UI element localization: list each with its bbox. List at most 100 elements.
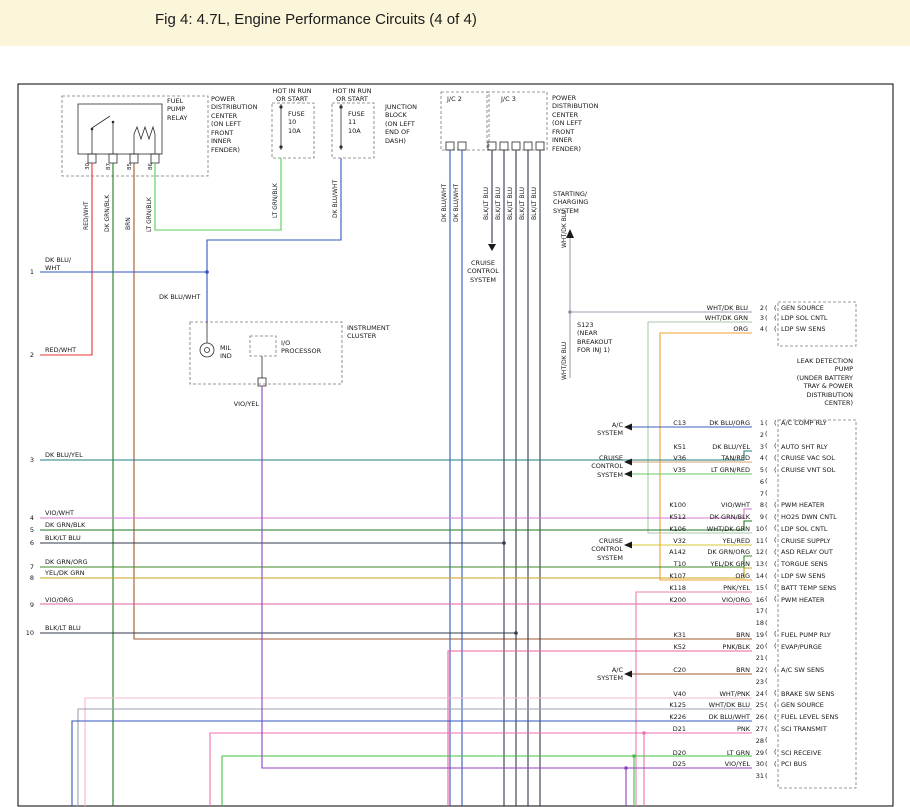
function-bracket: ( [774, 314, 777, 322]
wire-label: WHT/DK BLU [688, 701, 750, 709]
wiring-diagram-page: Fig 4: 4.7L, Engine Performance Circuits… [0, 0, 910, 807]
pin-number: 22 [748, 666, 764, 674]
pin-number: 29 [748, 749, 764, 757]
jc2-pin [458, 142, 466, 150]
function-bracket: ( [774, 501, 777, 509]
circuit-code: K118 [634, 584, 686, 592]
connector-bracket: ( [765, 595, 768, 603]
wire-label-vertical: LT GRN/BLK [272, 183, 280, 218]
pin-number: 31 [748, 772, 764, 780]
function-bracket: ( [774, 642, 777, 650]
wire-pnk-yel [636, 592, 752, 806]
pin-number: 19 [748, 631, 764, 639]
wire-label: ORG [688, 572, 750, 580]
pin-number: 9 [748, 513, 764, 521]
wire-label: TAN/RED [688, 454, 750, 462]
wire-label: VIO/YEL [688, 760, 750, 768]
connector-bracket: ( [765, 304, 768, 312]
connector-bracket: ( [765, 666, 768, 674]
circuit-number: 7 [20, 563, 34, 571]
connector-bracket: ( [765, 701, 768, 709]
pin-number: 12 [748, 548, 764, 556]
connector-bracket: ( [765, 442, 768, 450]
relay-pin-number: 85 [127, 163, 134, 170]
wire-label: LT GRN/RED [688, 466, 750, 474]
connector-bracket: ( [765, 736, 768, 744]
circuit-code: K31 [634, 631, 686, 639]
fuse11-label: FUSE 11 10A [348, 110, 365, 135]
pin-function: GEN SOURCE [781, 304, 824, 312]
relay-inner-box [78, 104, 162, 154]
connector-bracket: ( [765, 548, 768, 556]
connector-bracket: ( [765, 430, 768, 438]
circuit-code: K125 [634, 701, 686, 709]
circuit-code: V35 [634, 466, 686, 474]
wire-lt-grn-blk [155, 158, 281, 230]
wire-label: YEL/DK GRN [45, 569, 85, 577]
relay-pin-87 [109, 154, 117, 163]
pin-function: LDP SOL CNTL [781, 314, 828, 322]
relay-pin-number: 30 [85, 163, 92, 170]
pin-function: BATT TEMP SENS [781, 584, 836, 592]
circuit-code: T10 [634, 560, 686, 568]
wire-label: BLK/LT BLU [45, 534, 81, 542]
junction-block-label: JUNCTION BLOCK (ON LEFT END OF DASH) [385, 103, 417, 145]
connector-bracket: ( [765, 454, 768, 462]
wire-label: DK BLU/ORG [688, 419, 750, 427]
pin-number: 5 [748, 466, 764, 474]
pin-function: PCI BUS [781, 760, 807, 768]
mil-ind-label: MIL IND [220, 344, 232, 361]
pin-number: 26 [748, 713, 764, 721]
pin-number: 27 [748, 725, 764, 733]
arrow-left-ac-sw [624, 671, 632, 678]
function-bracket: ( [774, 466, 777, 474]
circuit-number: 9 [20, 601, 34, 609]
hot-in-run-label-2: HOT IN RUN OR START [319, 87, 385, 104]
connector-bracket: ( [765, 572, 768, 580]
pin-number: 17 [748, 607, 764, 615]
mil-indicator-symbol [200, 343, 214, 357]
relay-coil [134, 127, 155, 139]
connector-bracket: ( [765, 760, 768, 768]
jc2-pin [446, 142, 454, 150]
function-bracket: ( [774, 725, 777, 733]
pin-function: TORGUE SENS [781, 560, 828, 568]
wire-label-vertical: LT GRN/BLK [146, 197, 154, 232]
pin-function: SCI RECEIVE [781, 749, 821, 757]
pin-number: 1 [748, 419, 764, 427]
pin-number: 24 [748, 690, 764, 698]
circuit-code: V32 [634, 537, 686, 545]
jc2-label: J/C 2 [447, 95, 462, 103]
dk-blu-wht-mid-label: DK BLU/WHT [159, 293, 200, 301]
wire-label: VIO/ORG [45, 596, 73, 604]
circuit-number: 10 [20, 629, 34, 637]
pin-number: 15 [748, 584, 764, 592]
circuit-number: 8 [20, 574, 34, 582]
function-bracket: ( [774, 454, 777, 462]
function-bracket: ( [774, 595, 777, 603]
wire-label: WHT/PNK [688, 690, 750, 698]
circuit-code: V40 [634, 690, 686, 698]
function-bracket: ( [774, 513, 777, 521]
pin-function: CRUISE SUPPLY [781, 537, 830, 545]
io-processor-label: I/O PROCESSOR [281, 339, 321, 356]
pin-function: A/C COMP RLY [781, 419, 827, 427]
pin-function: LDP SW SENS [781, 572, 825, 580]
wire-label: RED/WHT [45, 346, 76, 354]
relay-pin-85 [130, 154, 138, 163]
wire-label: DK BLU/YEL [45, 451, 83, 459]
connector-bracket: ( [765, 419, 768, 427]
jc3-pin [500, 142, 508, 150]
diagram-canvas: FUEL PUMP RELAY POWER DISTRIBUTION CENTE… [0, 0, 910, 807]
pdc-right-label: POWER DISTRIBUTION CENTER (ON LEFT FRONT… [552, 94, 599, 153]
wire-label: DK GRN/BLK [45, 521, 85, 529]
pin-number: 11 [748, 537, 764, 545]
wire-label: LT GRN [688, 749, 750, 757]
vio-yel-label: VIO/YEL [233, 400, 259, 408]
circuit-code: K200 [634, 596, 686, 604]
connector-bracket: ( [765, 501, 768, 509]
wire-label: YEL/DK GRN [688, 560, 750, 568]
arrow-left-ac-system [624, 424, 632, 431]
jc3-label: J/C 3 [501, 95, 516, 103]
wire-label-vertical: BLK/LT BLU [495, 187, 503, 220]
